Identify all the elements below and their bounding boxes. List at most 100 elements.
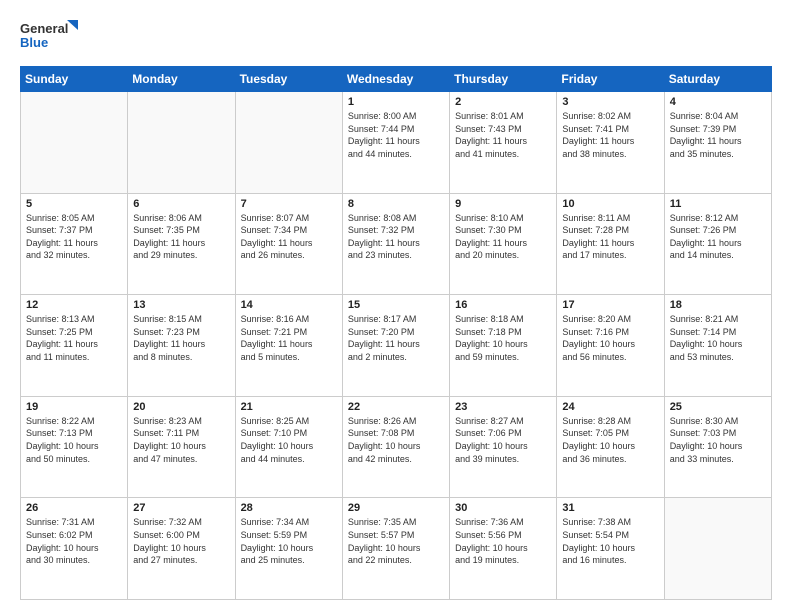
- day-info: Sunrise: 8:06 AM Sunset: 7:35 PM Dayligh…: [133, 212, 229, 262]
- calendar-cell: 1Sunrise: 8:00 AM Sunset: 7:44 PM Daylig…: [342, 92, 449, 194]
- day-number: 15: [348, 299, 444, 311]
- day-number: 13: [133, 299, 229, 311]
- day-info: Sunrise: 8:05 AM Sunset: 7:37 PM Dayligh…: [26, 212, 122, 262]
- calendar-cell: 12 Sunrise: 8:13 AM Sunset: 7:25 PM Dayli…: [21, 295, 128, 397]
- calendar-cell: 18 Sunrise: 8:21 AM Sunset: 7:14 PM Dayli…: [664, 295, 771, 397]
- day-info: Sunrise: 8:22 AM Sunset: 7:13 PM Dayligh…: [26, 415, 122, 465]
- calendar-cell: 15Sunrise: 8:17 AM Sunset: 7:20 PM Dayli…: [342, 295, 449, 397]
- day-number: 1: [348, 96, 444, 108]
- day-number: 8: [348, 198, 444, 210]
- calendar-cell: 23 Sunrise: 8:27 AM Sunset: 7:06 PM Dayli…: [450, 396, 557, 498]
- day-number: 25: [670, 401, 766, 413]
- calendar-cell: 22 Sunrise: 8:26 AM Sunset: 7:08 PM Dayli…: [342, 396, 449, 498]
- day-number: 24: [562, 401, 658, 413]
- day-number: 28: [241, 502, 337, 514]
- day-number: 12: [26, 299, 122, 311]
- day-number: 29: [348, 502, 444, 514]
- calendar-cell: 10Sunrise: 8:11 AM Sunset: 7:28 PM Dayli…: [557, 193, 664, 295]
- calendar-week-row: 19 Sunrise: 8:22 AM Sunset: 7:13 PM Dayli…: [21, 396, 772, 498]
- calendar-week-row: 12 Sunrise: 8:13 AM Sunset: 7:25 PM Dayli…: [21, 295, 772, 397]
- day-number: 10: [562, 198, 658, 210]
- calendar-cell: 19 Sunrise: 8:22 AM Sunset: 7:13 PM Dayli…: [21, 396, 128, 498]
- calendar-cell: 5 Sunrise: 8:05 AM Sunset: 7:37 PM Daylig…: [21, 193, 128, 295]
- day-info: Sunrise: 8:15 AM Sunset: 7:23 PM Dayligh…: [133, 313, 229, 363]
- day-info: Sunrise: 8:23 AM Sunset: 7:11 PM Dayligh…: [133, 415, 229, 465]
- calendar-cell: 20 Sunrise: 8:23 AM Sunset: 7:11 PM Dayli…: [128, 396, 235, 498]
- calendar-cell: 27 Sunrise: 7:32 AM Sunset: 6:00 PM Dayli…: [128, 498, 235, 600]
- day-number: 23: [455, 401, 551, 413]
- calendar-cell: 31Sunrise: 7:38 AM Sunset: 5:54 PM Dayli…: [557, 498, 664, 600]
- calendar-col-header: Tuesday: [235, 67, 342, 92]
- calendar-cell: [21, 92, 128, 194]
- logo: General Blue: [20, 16, 80, 56]
- calendar-week-row: 1Sunrise: 8:00 AM Sunset: 7:44 PM Daylig…: [21, 92, 772, 194]
- day-info: Sunrise: 8:21 AM Sunset: 7:14 PM Dayligh…: [670, 313, 766, 363]
- day-info: Sunrise: 7:31 AM Sunset: 6:02 PM Dayligh…: [26, 516, 122, 566]
- calendar-col-header: Friday: [557, 67, 664, 92]
- calendar-week-row: 26 Sunrise: 7:31 AM Sunset: 6:02 PM Dayli…: [21, 498, 772, 600]
- calendar-col-header: Wednesday: [342, 67, 449, 92]
- calendar-cell: [664, 498, 771, 600]
- day-number: 14: [241, 299, 337, 311]
- day-number: 21: [241, 401, 337, 413]
- calendar-cell: 9Sunrise: 8:10 AM Sunset: 7:30 PM Daylig…: [450, 193, 557, 295]
- day-info: Sunrise: 8:18 AM Sunset: 7:18 PM Dayligh…: [455, 313, 551, 363]
- calendar-col-header: Thursday: [450, 67, 557, 92]
- day-info: Sunrise: 8:28 AM Sunset: 7:05 PM Dayligh…: [562, 415, 658, 465]
- day-info: Sunrise: 8:25 AM Sunset: 7:10 PM Dayligh…: [241, 415, 337, 465]
- day-number: 2: [455, 96, 551, 108]
- day-info: Sunrise: 7:38 AM Sunset: 5:54 PM Dayligh…: [562, 516, 658, 566]
- calendar-cell: 26 Sunrise: 7:31 AM Sunset: 6:02 PM Dayli…: [21, 498, 128, 600]
- calendar-cell: 3 Sunrise: 8:02 AM Sunset: 7:41 PM Daylig…: [557, 92, 664, 194]
- day-number: 17: [562, 299, 658, 311]
- calendar-col-header: Saturday: [664, 67, 771, 92]
- calendar-cell: 17 Sunrise: 8:20 AM Sunset: 7:16 PM Dayli…: [557, 295, 664, 397]
- day-info: Sunrise: 8:01 AM Sunset: 7:43 PM Dayligh…: [455, 110, 551, 160]
- calendar-cell: 16 Sunrise: 8:18 AM Sunset: 7:18 PM Dayli…: [450, 295, 557, 397]
- logo-svg: General Blue: [20, 16, 80, 56]
- calendar-table: SundayMondayTuesdayWednesdayThursdayFrid…: [20, 66, 772, 600]
- day-info: Sunrise: 8:04 AM Sunset: 7:39 PM Dayligh…: [670, 110, 766, 160]
- day-number: 9: [455, 198, 551, 210]
- calendar-header-row: SundayMondayTuesdayWednesdayThursdayFrid…: [21, 67, 772, 92]
- day-info: Sunrise: 7:35 AM Sunset: 5:57 PM Dayligh…: [348, 516, 444, 566]
- calendar-cell: [128, 92, 235, 194]
- day-info: Sunrise: 8:27 AM Sunset: 7:06 PM Dayligh…: [455, 415, 551, 465]
- day-info: Sunrise: 8:02 AM Sunset: 7:41 PM Dayligh…: [562, 110, 658, 160]
- calendar-cell: 8Sunrise: 8:08 AM Sunset: 7:32 PM Daylig…: [342, 193, 449, 295]
- day-info: Sunrise: 7:34 AM Sunset: 5:59 PM Dayligh…: [241, 516, 337, 566]
- day-number: 27: [133, 502, 229, 514]
- svg-text:Blue: Blue: [20, 35, 48, 50]
- day-info: Sunrise: 8:20 AM Sunset: 7:16 PM Dayligh…: [562, 313, 658, 363]
- calendar-cell: 25 Sunrise: 8:30 AM Sunset: 7:03 PM Dayli…: [664, 396, 771, 498]
- calendar-col-header: Monday: [128, 67, 235, 92]
- day-number: 11: [670, 198, 766, 210]
- day-number: 19: [26, 401, 122, 413]
- day-info: Sunrise: 7:32 AM Sunset: 6:00 PM Dayligh…: [133, 516, 229, 566]
- calendar-cell: 7Sunrise: 8:07 AM Sunset: 7:34 PM Daylig…: [235, 193, 342, 295]
- calendar-cell: 4 Sunrise: 8:04 AM Sunset: 7:39 PM Daylig…: [664, 92, 771, 194]
- calendar-cell: 6 Sunrise: 8:06 AM Sunset: 7:35 PM Daylig…: [128, 193, 235, 295]
- day-number: 20: [133, 401, 229, 413]
- calendar-cell: 21 Sunrise: 8:25 AM Sunset: 7:10 PM Dayli…: [235, 396, 342, 498]
- calendar-cell: 29 Sunrise: 7:35 AM Sunset: 5:57 PM Dayli…: [342, 498, 449, 600]
- day-number: 16: [455, 299, 551, 311]
- calendar-col-header: Sunday: [21, 67, 128, 92]
- day-info: Sunrise: 8:30 AM Sunset: 7:03 PM Dayligh…: [670, 415, 766, 465]
- day-number: 5: [26, 198, 122, 210]
- day-number: 7: [241, 198, 337, 210]
- day-number: 3: [562, 96, 658, 108]
- day-info: Sunrise: 8:26 AM Sunset: 7:08 PM Dayligh…: [348, 415, 444, 465]
- day-info: Sunrise: 8:13 AM Sunset: 7:25 PM Dayligh…: [26, 313, 122, 363]
- calendar-cell: 14 Sunrise: 8:16 AM Sunset: 7:21 PM Dayli…: [235, 295, 342, 397]
- day-number: 26: [26, 502, 122, 514]
- calendar-cell: 30Sunrise: 7:36 AM Sunset: 5:56 PM Dayli…: [450, 498, 557, 600]
- day-number: 22: [348, 401, 444, 413]
- day-info: Sunrise: 7:36 AM Sunset: 5:56 PM Dayligh…: [455, 516, 551, 566]
- day-number: 4: [670, 96, 766, 108]
- calendar-cell: 2 Sunrise: 8:01 AM Sunset: 7:43 PM Daylig…: [450, 92, 557, 194]
- day-info: Sunrise: 8:16 AM Sunset: 7:21 PM Dayligh…: [241, 313, 337, 363]
- day-number: 18: [670, 299, 766, 311]
- page-header: General Blue: [20, 16, 772, 56]
- day-number: 6: [133, 198, 229, 210]
